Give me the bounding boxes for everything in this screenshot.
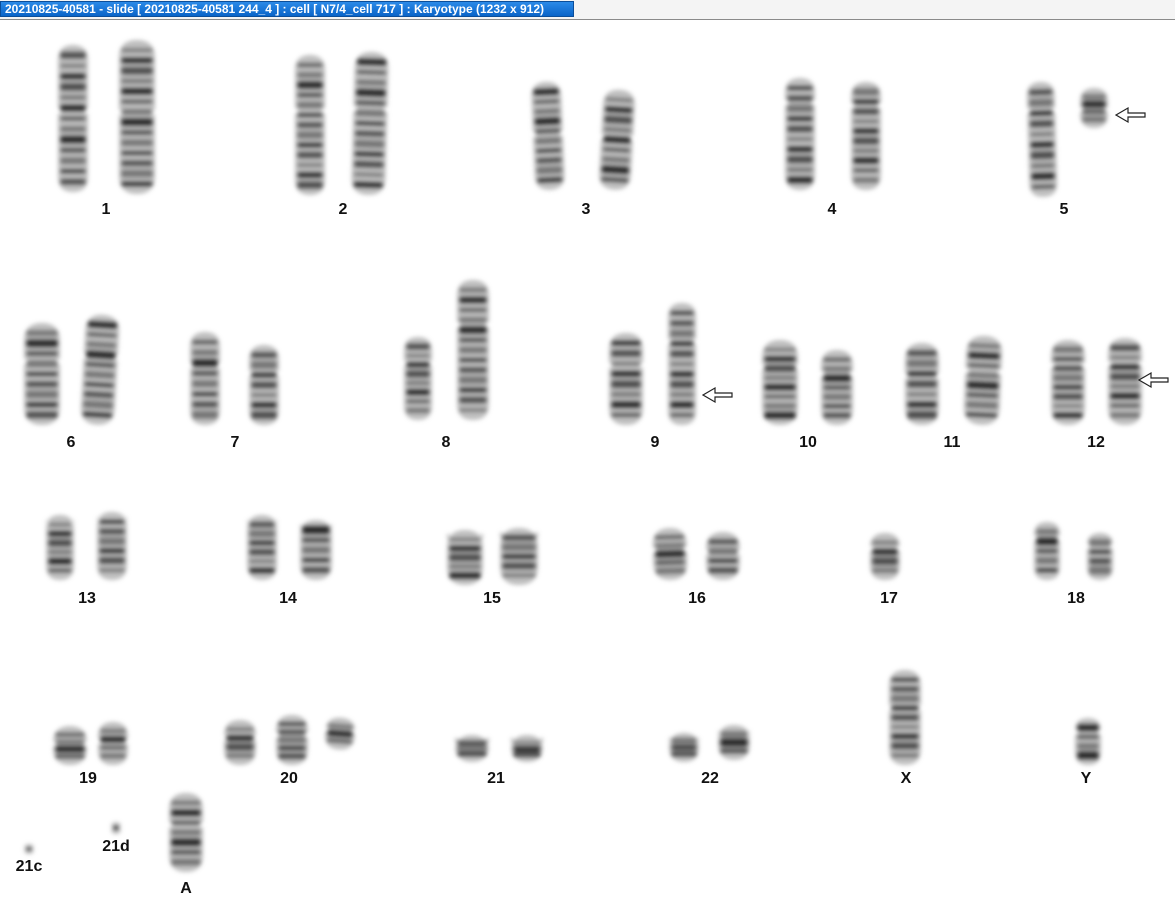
chromosome-chr18-1	[1087, 533, 1113, 580]
chromosome-chr5-1	[1080, 88, 1108, 128]
chromosome-chr8-0	[404, 337, 432, 420]
chromosome-chr21c-0	[24, 844, 34, 854]
label-chrA: A	[180, 880, 192, 897]
label-chr3: 3	[581, 201, 591, 218]
chromosome-chr18-0	[1034, 522, 1060, 580]
label-chr20: 20	[280, 770, 298, 787]
label-chr18: 18	[1067, 590, 1085, 607]
chromosome-chr19-1	[98, 722, 128, 765]
arrow-left-icon	[702, 386, 733, 404]
chromosome-chr14-1	[300, 520, 332, 580]
chromosome-chr11-0	[905, 343, 939, 425]
label-chr15: 15	[483, 590, 501, 607]
label-chr21c: 21c	[15, 858, 43, 875]
label-chr21d: 21d	[102, 838, 130, 855]
chromosome-chr7-0	[190, 332, 220, 425]
label-chr13: 13	[78, 590, 96, 607]
label-chrY: Y	[1080, 770, 1092, 787]
label-chr11: 11	[943, 434, 961, 451]
label-chr22: 22	[701, 770, 719, 787]
chromosome-chr3-1	[599, 89, 635, 190]
label-chr7: 7	[230, 434, 240, 451]
label-chr14: 14	[279, 590, 297, 607]
chromosome-chr1-0	[58, 45, 88, 192]
chromosome-chrX-0	[889, 670, 921, 765]
chromosome-chr22-1	[718, 725, 750, 760]
chromosome-chr12-0	[1051, 340, 1085, 425]
chromosome-chr2-1	[351, 51, 389, 195]
chromosome-chr20-0	[224, 720, 256, 765]
chromosome-chr11-1	[963, 335, 1003, 425]
chromosome-chr15-1	[500, 528, 538, 585]
chromosome-chr7-1	[249, 345, 279, 425]
label-chr4: 4	[827, 201, 837, 218]
chromosome-chrY-0	[1075, 718, 1101, 765]
label-chr19: 19	[79, 770, 97, 787]
karyogram	[24, 40, 1142, 872]
chromosome-chr16-0	[652, 527, 688, 580]
chromosome-chr12-1	[1108, 338, 1142, 425]
chromosome-chr9-1	[668, 303, 696, 425]
chromosome-chr21-0	[455, 735, 489, 762]
chromosome-chr16-1	[706, 532, 740, 580]
label-chr2: 2	[338, 201, 348, 218]
chromosome-chr3-0	[531, 81, 565, 190]
chromosome-chr6-0	[24, 323, 60, 425]
chromosome-chr1-1	[119, 40, 155, 194]
chromosome-chr4-1	[851, 82, 881, 190]
chromosome-chr8-1	[457, 280, 489, 420]
arrow-left-icon	[1138, 371, 1169, 389]
chromosome-chr10-1	[821, 350, 853, 425]
label-chrX: X	[900, 770, 912, 787]
chromosome-chr2-0	[295, 55, 325, 195]
chromosome-chr21d-0	[111, 822, 121, 834]
chromosome-chr14-0	[247, 515, 277, 580]
chromosome-chr21-1	[511, 735, 543, 762]
label-chr21: 21	[487, 770, 505, 787]
chromosome-chr15-0	[447, 530, 483, 585]
label-chr5: 5	[1059, 201, 1069, 218]
chromosome-chr13-0	[46, 515, 74, 580]
label-chr10: 10	[799, 434, 817, 451]
chromosome-chr20-1	[276, 715, 308, 765]
label-chr1: 1	[101, 201, 111, 218]
label-chr9: 9	[650, 434, 660, 451]
chromosome-chr5-0	[1026, 81, 1058, 197]
chromosome-chr20-2	[324, 717, 356, 750]
label-chr12: 12	[1087, 434, 1105, 451]
label-chr17: 17	[880, 590, 898, 607]
arrow-left-icon	[1115, 106, 1146, 124]
label-chr16: 16	[688, 590, 706, 607]
chromosome-chr4-0	[785, 78, 815, 190]
chromosome-chr10-0	[762, 340, 798, 425]
chromosome-chr13-1	[97, 512, 127, 580]
window-title-tab[interactable]: 20210825-40581 - slide [ 20210825-40581 …	[0, 1, 574, 17]
label-chr8: 8	[441, 434, 451, 451]
label-chr6: 6	[66, 434, 76, 451]
chromosome-chr17-0	[870, 533, 900, 580]
window-titlebar: 20210825-40581 - slide [ 20210825-40581 …	[0, 0, 1175, 20]
chromosome-chr22-0	[669, 733, 699, 762]
chromosome-chr6-1	[80, 314, 120, 425]
chromosome-chr19-0	[53, 726, 87, 765]
chromosome-chr9-0	[609, 333, 643, 425]
chromosome-chrA-0	[169, 793, 203, 872]
